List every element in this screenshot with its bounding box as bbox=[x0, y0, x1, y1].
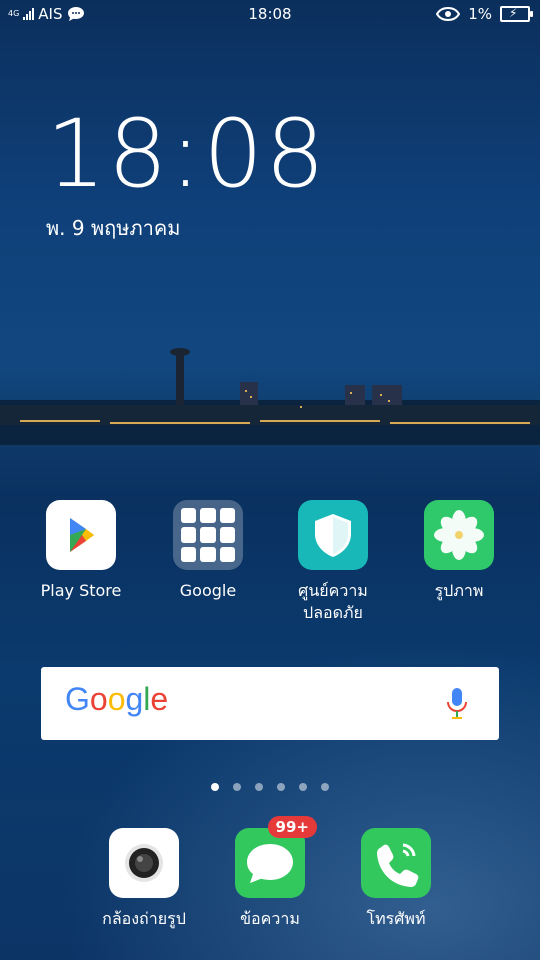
app-label: กล้องถ่ายรูป bbox=[102, 909, 186, 928]
microphone-icon[interactable] bbox=[445, 687, 469, 721]
app-google-folder[interactable]: Google bbox=[148, 500, 268, 602]
eye-icon bbox=[436, 7, 461, 21]
home-clock[interactable]: 18:08 bbox=[46, 100, 327, 210]
camera-icon bbox=[109, 828, 179, 898]
app-label: ข้อความ bbox=[240, 909, 300, 928]
page-dot bbox=[233, 783, 241, 791]
phone-icon bbox=[361, 828, 431, 898]
page-dot bbox=[321, 783, 329, 791]
app-label: Google bbox=[179, 581, 237, 600]
page-dot bbox=[299, 783, 307, 791]
play-store-icon bbox=[46, 500, 116, 570]
messages-icon: 99+ bbox=[235, 816, 317, 898]
app-label: รูปภาพ bbox=[434, 581, 484, 600]
page-dot-active bbox=[211, 783, 219, 791]
app-photos[interactable]: รูปภาพ bbox=[399, 500, 519, 602]
google-logo: Google bbox=[65, 681, 169, 717]
home-date: พ. 9 พฤษภาคม bbox=[46, 216, 181, 240]
app-camera[interactable]: กล้องถ่ายรูป bbox=[84, 828, 204, 930]
battery-percent: 1% bbox=[468, 5, 492, 23]
battery-charging-icon: ⚡ bbox=[500, 6, 533, 22]
app-messages[interactable]: 99+ ข้อความ bbox=[210, 816, 330, 930]
google-search-bar[interactable]: Google bbox=[41, 667, 499, 740]
city-skyline-wallpaper bbox=[0, 348, 540, 445]
page-indicator[interactable] bbox=[0, 783, 540, 791]
app-phone[interactable]: โทรศัพท์ bbox=[336, 828, 456, 930]
app-label: โทรศัพท์ bbox=[366, 909, 426, 928]
google-folder-icon bbox=[173, 500, 243, 570]
app-label: ศูนย์ความปลอดภัย bbox=[298, 581, 368, 622]
page-dot bbox=[255, 783, 263, 791]
app-play-store[interactable]: Play Store bbox=[21, 500, 141, 602]
app-security-center[interactable]: ศูนย์ความปลอดภัย bbox=[273, 500, 393, 624]
unread-badge: 99+ bbox=[267, 816, 317, 838]
photos-flower-icon bbox=[424, 500, 494, 570]
status-bar: 4G AIS 18:08 1% ⚡ bbox=[0, 0, 540, 28]
security-shield-icon bbox=[298, 500, 368, 570]
app-label: Play Store bbox=[40, 581, 122, 600]
page-dot bbox=[277, 783, 285, 791]
